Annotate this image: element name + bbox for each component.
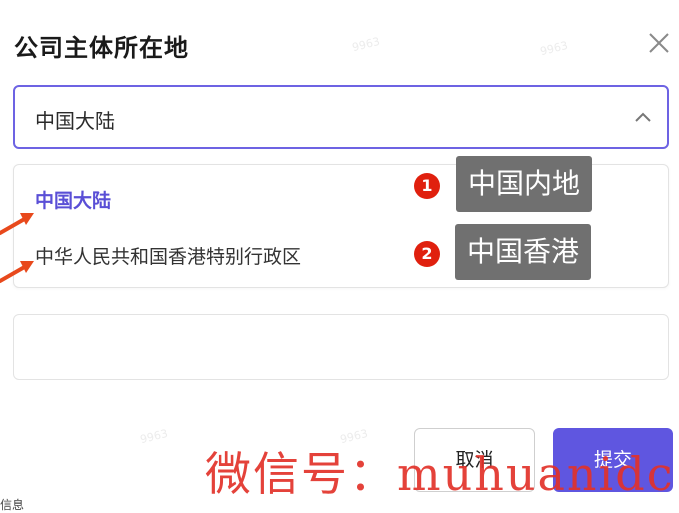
remarks-textarea[interactable] [13, 314, 669, 380]
arrow-icon [0, 261, 34, 283]
faint-watermark-mark: 9963 [538, 38, 570, 59]
chevron-up-icon [635, 112, 651, 122]
annotation-badge-2: 2 [414, 241, 440, 267]
annotation-arrows [0, 213, 34, 283]
annotation-badge-1: 1 [414, 173, 440, 199]
faint-watermark-mark: 9963 [138, 426, 170, 447]
dialog-title: 公司主体所在地 [14, 34, 189, 62]
annotation-tooltip-2: 中国香港 [455, 224, 592, 280]
close-icon[interactable] [646, 30, 672, 56]
wechat-watermark: 微信号：muhuanidc [205, 447, 675, 501]
select-value: 中国大陆 [35, 109, 115, 133]
annotation-tooltip-1: 中国内地 [456, 156, 593, 212]
arrow-icon [0, 213, 34, 235]
faint-watermark-mark: 9963 [350, 34, 382, 55]
footnote-text: 信息 [0, 498, 25, 512]
location-select[interactable]: 中国大陆 [13, 85, 669, 149]
option-hong-kong-sar[interactable]: 中华人民共和国香港特别行政区 [35, 242, 301, 269]
